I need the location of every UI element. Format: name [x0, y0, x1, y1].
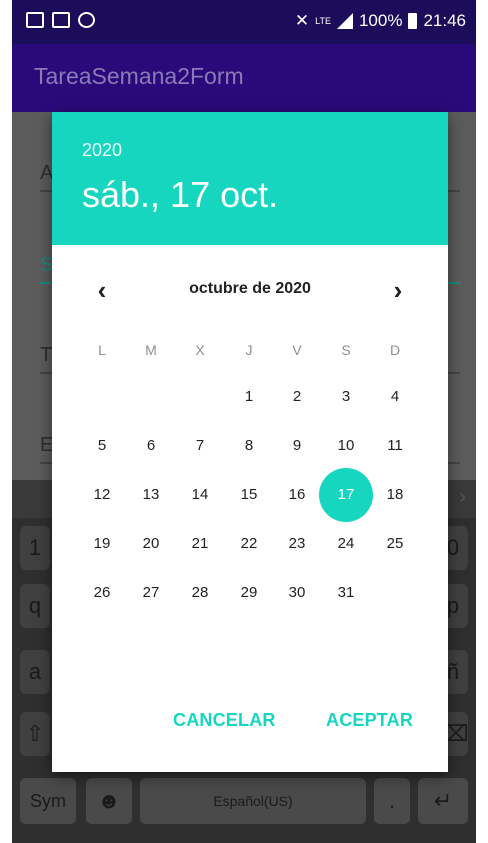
calendar-day[interactable]: 15 [229, 475, 269, 515]
calendar-day[interactable]: 2 [277, 377, 317, 417]
calendar-day[interactable]: 29 [229, 573, 269, 613]
calendar-day[interactable]: 10 [326, 426, 366, 466]
enter-key[interactable]: ↵ [418, 778, 468, 824]
calendar-day[interactable]: 13 [131, 475, 171, 515]
key-q[interactable]: q [20, 584, 50, 628]
next-month-button[interactable]: › [383, 275, 413, 305]
signal-icon [336, 13, 353, 29]
calendar-day[interactable]: 20 [131, 524, 171, 564]
enter-icon: ↵ [433, 788, 453, 813]
space-key[interactable]: Español(US) [140, 778, 366, 824]
weekday-label: V [292, 342, 302, 358]
sym-key[interactable]: Sym [20, 778, 76, 824]
shift-key[interactable]: ⇧ [20, 712, 50, 756]
calendar-day[interactable]: 8 [229, 426, 269, 466]
calendar-day[interactable]: 26 [82, 573, 122, 613]
calendar-day[interactable]: 4 [375, 377, 415, 417]
sync-notification-icon [78, 12, 95, 28]
calendar-day[interactable]: 23 [277, 524, 317, 564]
chevron-right-icon: › [393, 274, 403, 305]
mute-icon: ✕ [294, 11, 310, 30]
calendar-day[interactable]: 31 [326, 573, 366, 613]
calendar-day[interactable]: 6 [131, 426, 171, 466]
calendar-day[interactable]: 19 [82, 524, 122, 564]
ok-button[interactable]: ACEPTAR [326, 710, 413, 731]
calendar-day[interactable]: 11 [375, 426, 415, 466]
app-title: TareaSemana2Form [34, 63, 244, 89]
weekday-label: M [145, 342, 157, 358]
dialog-header: 2020 sáb., 17 oct. [52, 112, 448, 245]
battery-icon [408, 13, 418, 29]
image-notification-icon [26, 12, 44, 28]
calendar-day[interactable]: 25 [375, 524, 415, 564]
battery-percent: 100% [358, 11, 403, 30]
phone-field-hint: T [40, 344, 53, 366]
calendar-day[interactable]: 22 [229, 524, 269, 564]
calendar-day[interactable]: 12 [82, 475, 122, 515]
shift-icon: ⇧ [25, 721, 45, 746]
emoji-icon: ☻ [97, 788, 121, 813]
status-right: ✕ LTE 100% 21:46 [295, 11, 466, 31]
app-notification-icon [52, 12, 70, 28]
calendar-day[interactable]: 16 [277, 475, 317, 515]
calendar-day[interactable]: 18 [375, 475, 415, 515]
weekday-label: J [245, 342, 253, 358]
calendar-day[interactable]: 24 [326, 524, 366, 564]
cancel-button[interactable]: CANCELAR [173, 710, 276, 731]
calendar-day[interactable]: 30 [277, 573, 317, 613]
calendar-day[interactable]: 28 [180, 573, 220, 613]
screen: ✕ LTE 100% 21:46 TareaSemana2Form A S T … [12, 0, 476, 843]
selected-date[interactable]: sáb., 17 oct. [82, 174, 278, 216]
weekday-label: L [98, 342, 106, 358]
calendar-day[interactable]: 14 [180, 475, 220, 515]
calendar-day[interactable]: 27 [131, 573, 171, 613]
status-bar: ✕ LTE 100% 21:46 [12, 0, 476, 44]
selected-year[interactable]: 2020 [82, 140, 122, 161]
calendar-day[interactable]: 7 [180, 426, 220, 466]
weekday-label: D [389, 342, 401, 358]
chevron-right-icon: › [459, 486, 466, 508]
calendar-day[interactable]: 3 [326, 377, 366, 417]
weekday-label: X [195, 342, 205, 358]
calendar-day[interactable]: 9 [277, 426, 317, 466]
network-type: LTE [315, 15, 331, 26]
calendar-day[interactable]: 21 [180, 524, 220, 564]
calendar-day[interactable]: 5 [82, 426, 122, 466]
key-a[interactable]: a [20, 650, 50, 694]
calendar-day-selected[interactable]: 17 [319, 468, 373, 522]
app-bar: TareaSemana2Form [12, 44, 476, 112]
emoji-key[interactable]: ☻ [86, 778, 132, 824]
key-1[interactable]: 1 [20, 526, 50, 570]
date-picker-dialog: 2020 sáb., 17 oct. ‹ octubre de 2020 › L… [52, 112, 448, 772]
period-key[interactable]: . [374, 778, 410, 824]
calendar-day[interactable]: 1 [229, 377, 269, 417]
weekday-label: S [341, 342, 351, 358]
notification-icons [26, 12, 95, 28]
clock: 21:46 [423, 11, 466, 30]
